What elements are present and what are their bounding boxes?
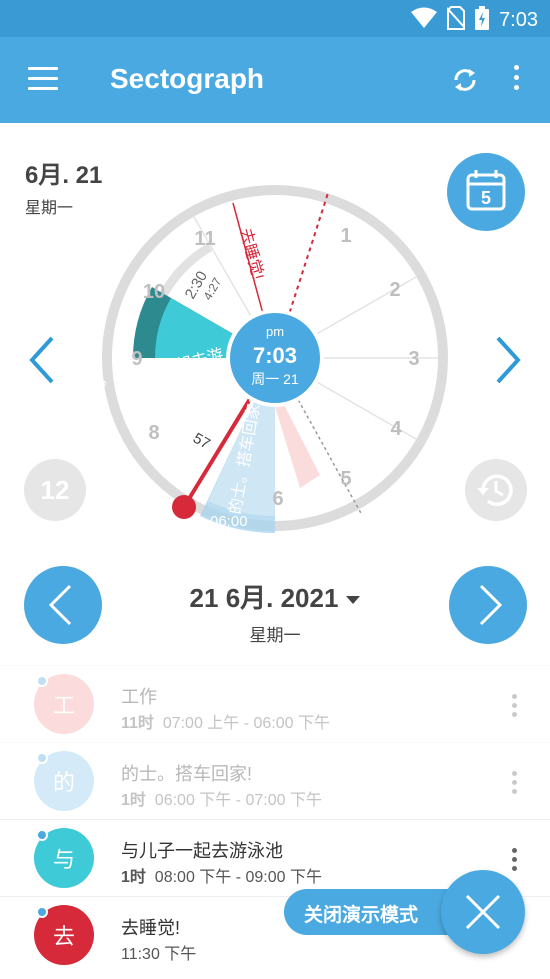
sleep-sector-label: 去睡觉! bbox=[236, 226, 267, 281]
center-time: 7:03 bbox=[253, 343, 297, 368]
moon-icon bbox=[263, 206, 275, 230]
date-header: 6月. 21 星期一 bbox=[25, 155, 102, 218]
calendar-day: 5 bbox=[481, 188, 491, 208]
event-title: 工作 bbox=[121, 687, 157, 707]
event-row-work[interactable]: 工 工作 11时 07:00 上午 - 06:00 下午 bbox=[0, 665, 550, 742]
event-title: 去睡觉! bbox=[121, 918, 181, 938]
hour-label: 8 bbox=[148, 422, 159, 444]
date-selector-date: 21 6月. 2021 bbox=[189, 583, 339, 613]
swim-minutes-label: 60 bbox=[130, 362, 144, 376]
hour-label: 3 bbox=[408, 348, 419, 370]
event-avatar-letter: 工 bbox=[52, 693, 75, 718]
calendar-icon: 5 bbox=[466, 170, 506, 211]
twelve-hour-toggle[interactable]: 12 bbox=[24, 459, 86, 521]
history-button[interactable] bbox=[465, 459, 527, 521]
event-title: 的士。搭车回家! bbox=[121, 764, 253, 784]
event-time: 1时 08:00 下午 - 09:00 下午 bbox=[121, 863, 322, 887]
date-selector-weekday: 星期一 bbox=[249, 626, 301, 645]
event-time: 11:30 下午 bbox=[121, 940, 196, 964]
next-day-button[interactable] bbox=[449, 566, 527, 644]
hour-label: 2 bbox=[389, 279, 400, 301]
event-duration: 1时 bbox=[121, 792, 146, 809]
hour-label: 5 bbox=[340, 468, 351, 490]
event-duration: 11时 bbox=[121, 715, 154, 732]
event-title: 与儿子一起去游泳池 bbox=[121, 841, 283, 861]
app-title: Sectograph bbox=[110, 63, 265, 94]
current-time-handle[interactable] bbox=[172, 495, 196, 519]
close-demo-button[interactable] bbox=[441, 870, 525, 954]
event-range: 07:00 上午 - 06:00 下午 bbox=[162, 715, 331, 732]
close-icon bbox=[465, 894, 501, 930]
event-avatar-letter: 去 bbox=[52, 924, 75, 949]
previous-day-button[interactable] bbox=[24, 566, 102, 644]
event-dot-icon bbox=[36, 752, 48, 764]
event-range: 11:30 下午 bbox=[121, 946, 197, 963]
previous-view-arrow[interactable] bbox=[22, 330, 62, 390]
taxi-time-label: 06:00 bbox=[210, 513, 248, 530]
hour-label: 6 bbox=[272, 488, 283, 510]
date-header-weekday: 星期一 bbox=[25, 200, 74, 217]
hour-label: 1 bbox=[340, 225, 351, 247]
event-menu-icon[interactable] bbox=[512, 771, 518, 798]
more-options-icon[interactable] bbox=[510, 65, 522, 95]
event-dot-icon bbox=[36, 675, 48, 687]
event-time: 1时 06:00 下午 - 07:00 下午 bbox=[121, 786, 322, 810]
close-demo-mode-text: 关闭演示模式 bbox=[304, 905, 419, 926]
menu-icon[interactable] bbox=[28, 67, 58, 91]
history-icon bbox=[477, 474, 513, 507]
event-dot-icon bbox=[36, 906, 48, 918]
caret-down-icon bbox=[346, 595, 361, 604]
chevron-left-icon bbox=[48, 584, 72, 626]
app-bar: Sectograph bbox=[0, 37, 550, 123]
calendar-button[interactable]: 5 bbox=[447, 153, 525, 231]
event-range: 06:00 下午 - 07:00 下午 bbox=[154, 792, 322, 809]
chevron-right-icon bbox=[479, 584, 503, 626]
event-avatar-letter: 的 bbox=[52, 770, 75, 795]
event-menu-icon[interactable] bbox=[512, 694, 518, 721]
event-avatar-letter: 与 bbox=[52, 847, 75, 872]
center-ampm: pm bbox=[266, 324, 284, 339]
status-bar: 7:03 bbox=[0, 0, 550, 37]
sectograph-dial[interactable]: 11 1 10 2 3 4 5 6 8 9 2:30 4:27 57 去睡觉! … bbox=[100, 183, 450, 533]
hour-label: 11 bbox=[194, 228, 215, 250]
minutes-label: 57 bbox=[190, 430, 213, 453]
hour-label: 4 bbox=[390, 418, 402, 440]
event-dot-icon bbox=[36, 829, 48, 841]
wifi-icon bbox=[411, 7, 438, 34]
status-time: 7:03 bbox=[499, 9, 538, 31]
event-row-taxi[interactable]: 的 的士。搭车回家! 1时 06:00 下午 - 07:00 下午 bbox=[0, 742, 550, 819]
event-duration: 1时 bbox=[121, 869, 146, 886]
chevron-left-icon bbox=[29, 336, 54, 384]
date-selector[interactable]: 21 6月. 2021 星期一 bbox=[150, 578, 400, 646]
center-day: 周一 21 bbox=[251, 371, 299, 387]
battery-charging-icon bbox=[475, 6, 490, 35]
sync-icon[interactable] bbox=[448, 63, 482, 102]
next-view-arrow[interactable] bbox=[488, 330, 528, 390]
no-sim-icon bbox=[446, 6, 466, 35]
event-range: 08:00 下午 - 09:00 下午 bbox=[154, 869, 322, 886]
event-time: 11时 07:00 上午 - 06:00 下午 bbox=[121, 709, 330, 733]
hour-label: 10 bbox=[143, 281, 165, 303]
chevron-right-icon bbox=[496, 336, 521, 384]
date-header-date: 6月. 21 bbox=[25, 162, 103, 189]
twelve-hour-label: 12 bbox=[40, 474, 70, 505]
